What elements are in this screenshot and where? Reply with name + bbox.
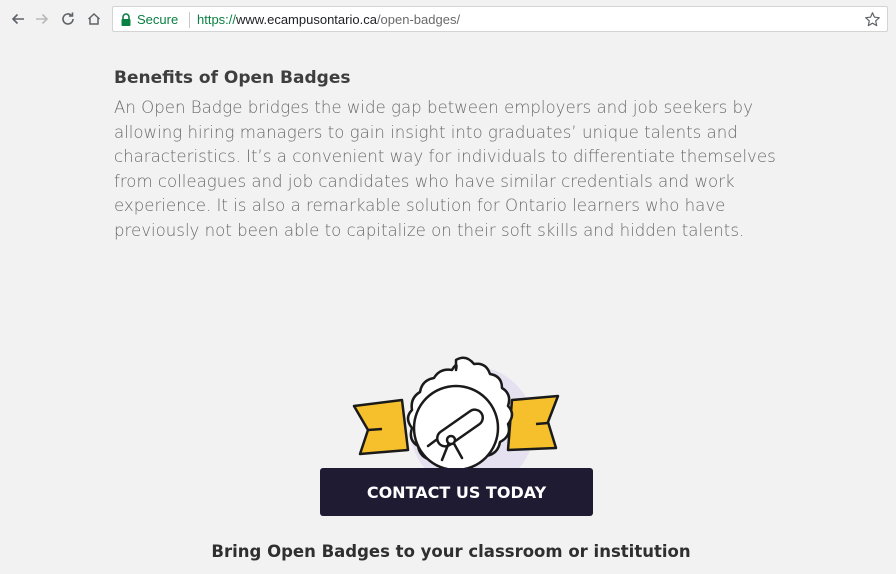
page-content: Benefits of Open Badges An Open Badge br…	[6, 38, 896, 574]
url-host: www.ecampusontario.ca	[236, 12, 377, 27]
address-bar[interactable]: Secure https://www.ecampusontario.ca/ope…	[112, 6, 888, 32]
url-text[interactable]: https://www.ecampusontario.ca/open-badge…	[197, 12, 460, 27]
section-body: An Open Badge bridges the wide gap betwe…	[114, 98, 776, 240]
lock-icon	[121, 13, 131, 26]
contact-us-button[interactable]: CONTACT US TODAY	[320, 468, 593, 516]
secure-label: Secure	[137, 12, 179, 27]
forward-arrow-icon[interactable]	[32, 9, 52, 29]
section-heading: Benefits of Open Badges	[114, 68, 351, 88]
home-icon[interactable]	[84, 9, 104, 29]
cta-subheading: Bring Open Badges to your classroom or i…	[211, 542, 691, 561]
back-arrow-icon[interactable]	[8, 9, 28, 29]
url-path: /open-badges/	[376, 12, 461, 27]
url-scheme: https://	[197, 12, 237, 27]
star-icon[interactable]	[864, 11, 881, 28]
browser-toolbar: Secure https://www.ecampusontario.ca/ope…	[0, 0, 896, 38]
reload-icon[interactable]	[58, 9, 78, 29]
address-separator	[189, 12, 190, 28]
